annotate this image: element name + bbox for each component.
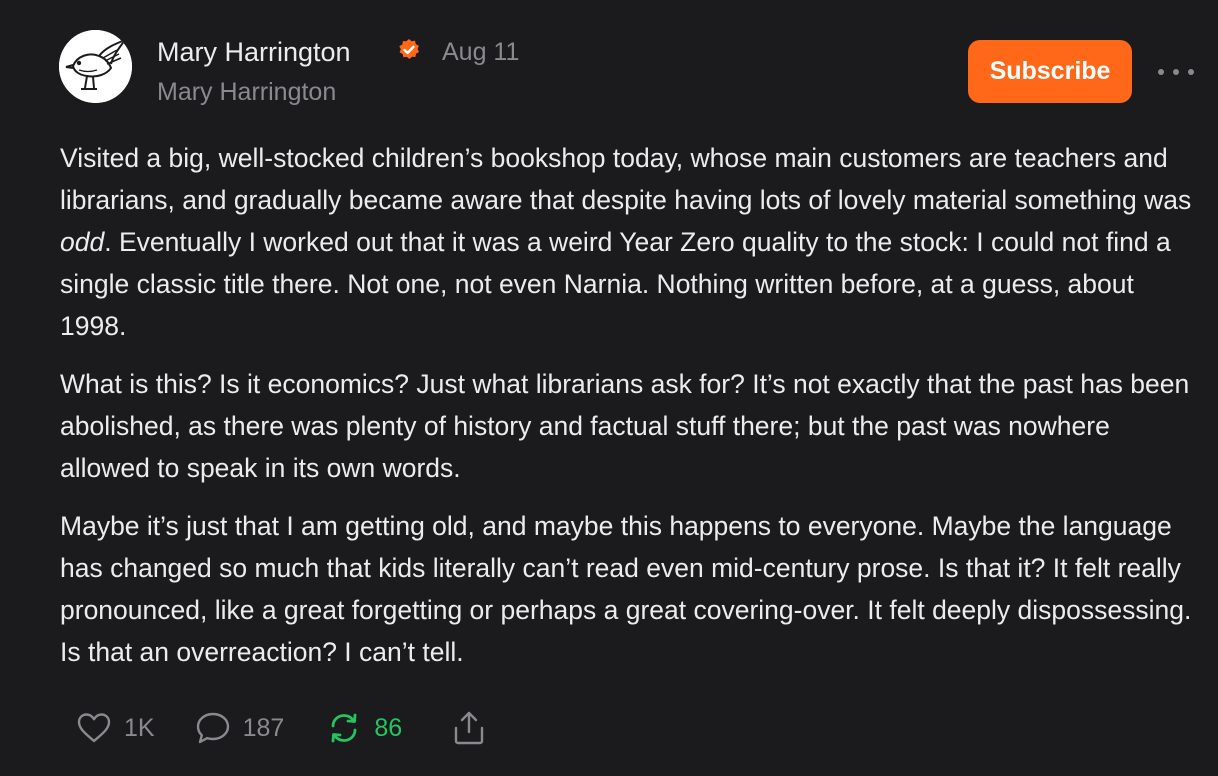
- like-count: 1K: [124, 713, 155, 742]
- comment-button[interactable]: 187: [195, 711, 285, 745]
- more-dots-icon: [1158, 69, 1164, 75]
- restack-button[interactable]: 86: [326, 710, 402, 746]
- post-date[interactable]: Aug 11: [442, 36, 519, 68]
- action-bar: 1K 187 86: [76, 706, 486, 750]
- paragraph-2: What is this? Is it economics? Just what…: [60, 369, 1190, 483]
- more-dot: [1188, 69, 1194, 75]
- more-options-button[interactable]: [1158, 60, 1194, 84]
- author-name[interactable]: Mary Harrington: [157, 35, 351, 69]
- restack-icon: [331, 713, 357, 743]
- subscribe-button[interactable]: Subscribe: [968, 40, 1132, 103]
- bird-sketch-avatar-icon: [59, 30, 132, 103]
- paragraph-1-text-a: Visited a big, well-stocked children’s b…: [60, 143, 1192, 215]
- comment-count: 187: [242, 713, 285, 742]
- author-avatar[interactable]: [59, 30, 132, 103]
- heart-icon: [77, 713, 111, 743]
- paragraph-1: Visited a big, well-stocked children’s b…: [60, 137, 1200, 347]
- like-button[interactable]: 1K: [76, 712, 155, 744]
- verified-badge-icon: [399, 39, 419, 59]
- share-icon: [454, 711, 484, 745]
- comment-bubble-icon: [196, 712, 229, 744]
- share-button[interactable]: [452, 710, 486, 746]
- restack-count: 86: [374, 713, 403, 742]
- paragraph-1-emphasis: odd: [60, 227, 105, 257]
- note-card: Mary Harrington Aug 11 Mary Harrington S…: [0, 0, 1218, 776]
- paragraph-1-text-b: . Eventually I worked out that it was a …: [60, 227, 1171, 341]
- post-body: Visited a big, well-stocked children’s b…: [60, 137, 1200, 689]
- author-handle[interactable]: Mary Harrington: [157, 76, 336, 108]
- more-dot: [1173, 69, 1179, 75]
- paragraph-3: Maybe it’s just that I am getting old, a…: [60, 511, 1192, 667]
